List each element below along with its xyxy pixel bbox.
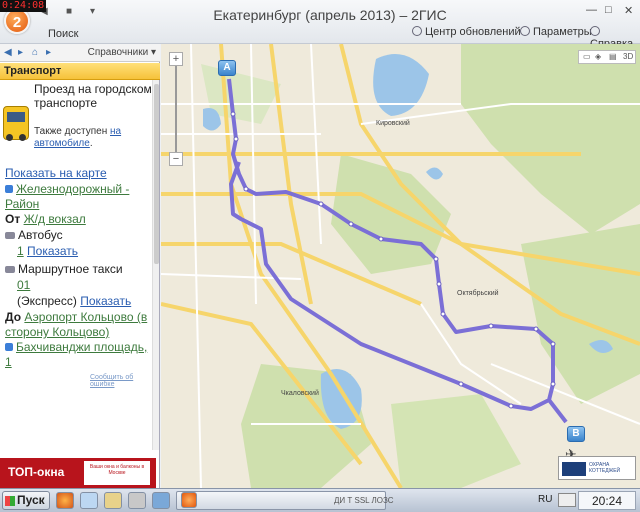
also-suffix: .	[89, 138, 93, 149]
bus-small-icon	[5, 232, 15, 239]
virtualbox-icon[interactable]	[152, 492, 170, 509]
show-on-map-link[interactable]: Показать на карте	[5, 166, 107, 180]
zoom-in-button[interactable]: +	[169, 52, 183, 66]
menu-icon[interactable]: ▾	[90, 6, 95, 17]
folder-icon[interactable]	[104, 492, 122, 509]
map-ad-banner[interactable]: ОХРАНА КОТТЕДЖЕЙ	[558, 456, 636, 480]
minimize-button[interactable]: —	[586, 4, 597, 16]
explorer-icon[interactable]	[80, 492, 98, 509]
close-button[interactable]: ✕	[624, 4, 633, 17]
panel-nav-row: ◀ ▸ ⌂ ▸ Справочники ▾	[0, 44, 160, 62]
save-icon[interactable]: ■	[66, 6, 72, 17]
window-title: Екатеринбург (апрель 2013) – 2ГИС	[213, 7, 447, 23]
route-end-pin[interactable]: B	[567, 426, 585, 442]
bus-show-link[interactable]: Показать	[27, 244, 78, 258]
map-view[interactable]: + − ▭ ◈ ▤ 3D Кировский Октябрьский Чкало…	[161, 44, 640, 488]
minibus-label: Маршрутное такси	[18, 262, 123, 276]
to-address-link[interactable]: Бахчиванджи площадь, 1	[5, 340, 147, 369]
windows-flag-icon	[5, 496, 15, 506]
panel-scrollbar[interactable]	[152, 80, 159, 450]
report-error-link[interactable]: Сообщить об ошибке	[90, 374, 159, 388]
station-icon	[5, 185, 13, 193]
nav-back-icon[interactable]: ◀	[4, 47, 12, 58]
bus-number-link[interactable]: 1	[17, 244, 24, 258]
tray-icon[interactable]	[558, 493, 576, 507]
ad-banner[interactable]: ТОП-окна Ваши окна и балконы в Москве	[0, 458, 156, 488]
map-ad-text: ОХРАНА КОТТЕДЖЕЙ	[589, 462, 621, 474]
start-label: Пуск	[17, 493, 45, 507]
media-icon[interactable]	[128, 492, 146, 509]
map-ad-logo	[562, 462, 586, 476]
bus-label: Автобус	[18, 228, 63, 242]
nav-history-icon[interactable]: ▸	[46, 47, 51, 58]
ad-banner-title: ТОП-окна	[8, 465, 65, 479]
zoom-slider[interactable]	[175, 66, 177, 152]
print-icon[interactable]: ▤	[609, 52, 617, 61]
left-panel: ◀ ▸ ⌂ ▸ Справочники ▾ Транспорт Проезд н…	[0, 44, 160, 488]
layers-icon[interactable]: ◈	[595, 52, 601, 61]
start-button[interactable]: Пуск	[2, 491, 50, 510]
transport-heading: Проезд на городском транспорте	[34, 82, 152, 110]
from-stop-link[interactable]: Ж/д вокзал	[24, 212, 86, 226]
refresh-icon	[412, 26, 422, 36]
to-label: До	[5, 310, 22, 324]
search-tab[interactable]: Поиск	[48, 28, 78, 40]
updates-center-link[interactable]: Центр обновлений	[412, 26, 521, 38]
ruler-icon[interactable]: ▭	[583, 52, 591, 61]
to-stop-link[interactable]: Аэропорт Кольцово (в сторону Кольцово)	[5, 310, 147, 339]
minibus-icon	[5, 266, 15, 273]
also-available-text: Также доступен на автомобиле.	[34, 126, 158, 150]
active-task-label: ДИ Т SSL ЛОЗС	[334, 496, 394, 505]
nav-forward-icon[interactable]: ▸	[18, 47, 23, 58]
title-bar: 0:24:08 2 ◀ ■ ▾ Екатеринбург (апрель 201…	[0, 0, 640, 50]
from-district-link[interactable]: Железнодорожный - Район	[5, 182, 129, 211]
place-label-oktyabrsky: Октябрьский	[457, 290, 499, 297]
updates-center-label: Центр обновлений	[425, 26, 521, 38]
taskbar: Пуск RU 20:24	[0, 488, 640, 512]
minibus-show-link[interactable]: Показать	[80, 294, 131, 308]
maximize-button[interactable]: □	[605, 4, 612, 16]
section-title: Транспорт	[0, 63, 160, 80]
2gis-task-icon	[181, 492, 197, 508]
minibus-type: (Экспресс)	[17, 294, 77, 308]
help-icon	[590, 26, 600, 36]
destination-icon	[5, 343, 13, 351]
3d-button[interactable]: 3D	[623, 52, 633, 61]
gear-icon	[520, 26, 530, 36]
scrollbar-thumb[interactable]	[154, 84, 159, 264]
route-start-pin[interactable]: A	[218, 60, 236, 76]
nav-home-icon[interactable]: ⌂	[32, 47, 38, 58]
bus-icon	[3, 106, 29, 141]
language-indicator[interactable]: RU	[538, 494, 552, 505]
clock[interactable]: 20:24	[578, 491, 636, 510]
ad-banner-subtitle: Ваши окна и балконы в Москве	[84, 461, 150, 485]
from-label: От	[5, 212, 21, 226]
zoom-out-button[interactable]: −	[169, 152, 183, 166]
also-available-label: Также доступен	[34, 126, 108, 137]
firefox-icon[interactable]	[56, 492, 74, 509]
place-label-kirovsky: Кировский	[376, 120, 410, 127]
directories-label: Справочники	[87, 47, 149, 58]
recording-timer: 0:24:08	[0, 0, 46, 12]
parameters-link[interactable]: Параметры	[520, 26, 592, 38]
map-toolbar: ▭ ◈ ▤ 3D	[578, 50, 636, 64]
directories-dropdown[interactable]: Справочники ▾	[88, 47, 156, 58]
minibus-number-link[interactable]: 01	[17, 278, 30, 292]
parameters-label: Параметры	[533, 26, 592, 38]
place-label-chkalovsky: Чкаловский	[281, 390, 319, 397]
zoom-control: + −	[169, 52, 183, 182]
map-canvas[interactable]	[161, 44, 640, 488]
